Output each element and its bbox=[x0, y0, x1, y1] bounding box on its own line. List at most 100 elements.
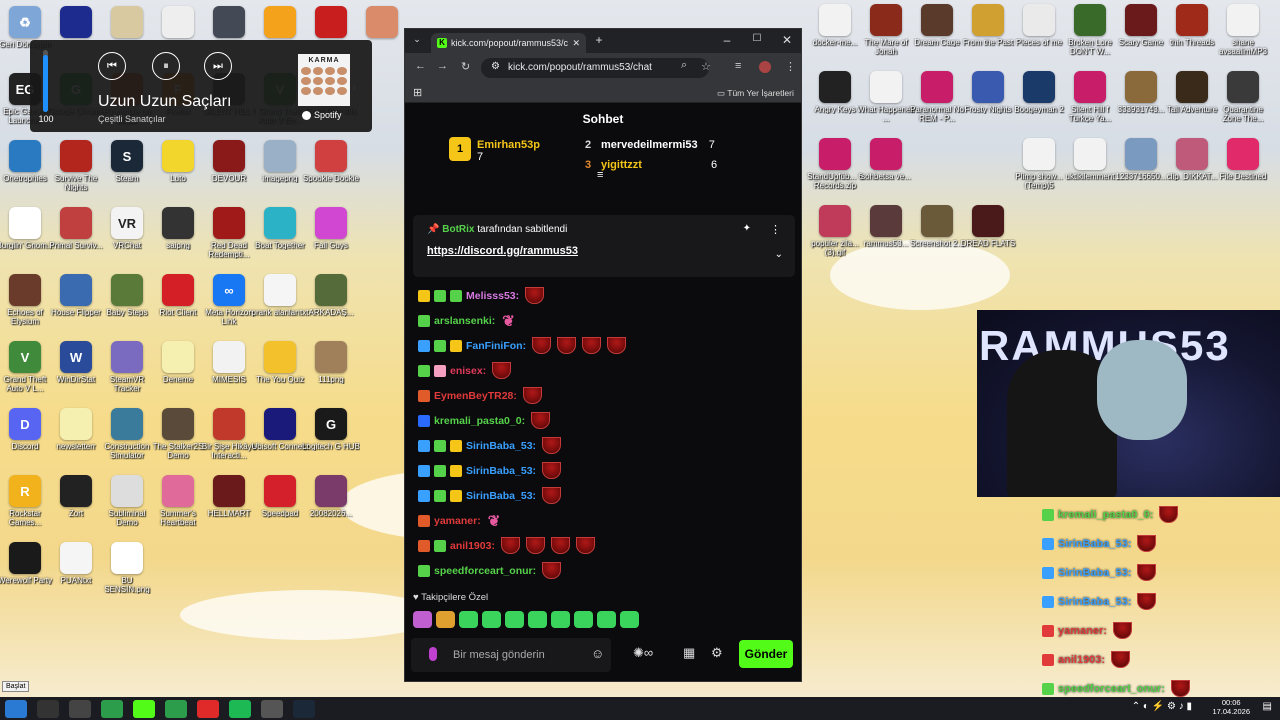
desktop-icon[interactable]: Primal Surviv... bbox=[47, 207, 105, 250]
system-clock[interactable]: 00:06 17.04.2026 bbox=[1212, 698, 1250, 716]
desktop-icon[interactable]: StandUpfüb... 6 Records.zip bbox=[806, 138, 864, 190]
kick-emote-icon[interactable] bbox=[429, 647, 437, 661]
chat-username[interactable]: enisex: bbox=[450, 365, 486, 377]
gifter-rank-1[interactable]: 1 Emirhan53p 7 bbox=[449, 137, 540, 163]
gift-icon[interactable]: ▦ bbox=[683, 645, 695, 661]
desktop-icon[interactable]: saipng bbox=[149, 207, 207, 250]
desktop-icon[interactable]: D Discord bbox=[0, 408, 54, 451]
emote[interactable] bbox=[574, 611, 593, 628]
desktop-icon[interactable]: Subliminal Demo bbox=[98, 475, 156, 527]
desktop-icon[interactable]: Summer's Heartbeat bbox=[149, 475, 207, 527]
desktop-icon[interactable]: G Logitech G HUB bbox=[302, 408, 360, 451]
desktop-icon[interactable]: Riot Client bbox=[149, 274, 207, 317]
previous-track-button[interactable]: ⏮ bbox=[98, 52, 126, 80]
desktop-icon[interactable]: MIMESIS bbox=[200, 341, 258, 384]
desktop-icon[interactable]: prank alanlarıtxt bbox=[251, 274, 309, 317]
desktop-icon[interactable]: Onetrophies bbox=[0, 140, 54, 183]
desktop-icon[interactable]: DREAD FLATS bbox=[959, 205, 1017, 248]
forward-icon[interactable]: → bbox=[437, 60, 448, 72]
tab-search-icon[interactable]: ⌄ bbox=[405, 34, 429, 45]
desktop-icon[interactable]: HELLMART bbox=[200, 475, 258, 518]
desktop-icon[interactable]: shane avsaalimMP3 bbox=[1214, 4, 1272, 56]
task-view-icon[interactable] bbox=[69, 699, 91, 718]
desktop-icon[interactable]: sohbetsa ve... bbox=[857, 138, 915, 181]
zoom-icon[interactable]: ⌕ bbox=[681, 59, 687, 72]
chat-username[interactable]: yamaner: bbox=[434, 515, 481, 527]
youtube-icon[interactable] bbox=[197, 699, 219, 718]
desktop-icon[interactable]: uktikilemment bbox=[1061, 138, 1119, 181]
desktop-icon[interactable]: Scary Game bbox=[1112, 4, 1170, 47]
desktop-icon[interactable]: House Flipper bbox=[47, 274, 105, 317]
desktop-icon[interactable]: Dream Cage bbox=[908, 4, 966, 47]
emote[interactable] bbox=[597, 611, 616, 628]
desktop-icon[interactable]: Luto bbox=[149, 140, 207, 183]
desktop-icon[interactable] bbox=[302, 6, 360, 40]
desktop-icon[interactable]: newsletterr bbox=[47, 408, 105, 451]
spotify-badge[interactable]: Spotify bbox=[302, 110, 342, 120]
desktop-icon[interactable]: 1233716650... bbox=[1112, 138, 1170, 181]
desktop-icon[interactable]: Spookie Dookie bbox=[302, 140, 360, 183]
desktop-icon[interactable]: Werewolf Party bbox=[0, 542, 54, 585]
emote-picker-icon[interactable]: ✺∞ bbox=[633, 645, 653, 661]
reload-icon[interactable]: ↻ bbox=[461, 60, 470, 73]
obs-icon[interactable] bbox=[261, 699, 283, 718]
url-field[interactable]: ⚙ kick.com/popout/rammus53/chat bbox=[481, 58, 709, 78]
desktop-icon[interactable]: imagepng bbox=[251, 140, 309, 183]
desktop-icon[interactable]: Plimp show... (Temp)5 bbox=[1010, 138, 1068, 190]
kick-icon[interactable] bbox=[133, 699, 155, 718]
close-tab-icon[interactable]: ✕ bbox=[572, 38, 580, 49]
desktop-icon[interactable]: Pieces of me bbox=[1010, 4, 1068, 47]
desktop-icon[interactable]: Speedpad bbox=[251, 475, 309, 518]
desktop-icon[interactable]: Frosty Nights bbox=[959, 71, 1017, 114]
pinned-by-user[interactable]: BotRix bbox=[442, 224, 474, 235]
gifter-rank-3[interactable]: 3 yigittzzt 6 bbox=[585, 159, 717, 171]
desktop-icon[interactable]: Baby Steps bbox=[98, 274, 156, 317]
desktop-icon[interactable]: ARKADAŞ... bbox=[302, 274, 360, 317]
desktop-icon[interactable]: The You Quiz bbox=[251, 341, 309, 384]
desktop-icon[interactable]: S Steam bbox=[98, 140, 156, 183]
expand-chevron-icon[interactable]: ⌄ bbox=[775, 249, 783, 260]
steam-icon[interactable] bbox=[293, 699, 315, 718]
collapse-gifters-icon[interactable]: ≡ bbox=[597, 169, 603, 181]
send-button[interactable]: Gönder bbox=[739, 640, 793, 668]
minimize-icon[interactable]: – bbox=[715, 33, 739, 47]
emoji-icon[interactable]: ☺ bbox=[591, 646, 604, 661]
emote[interactable] bbox=[505, 611, 524, 628]
emote[interactable] bbox=[459, 611, 478, 628]
chrome-icon[interactable] bbox=[101, 699, 123, 718]
menu-icon[interactable]: ⋮ bbox=[785, 60, 796, 73]
chat-username[interactable]: Melisss53: bbox=[466, 290, 519, 302]
chat-username[interactable]: kremali_pasta0_0: bbox=[434, 415, 525, 427]
tray-icons[interactable]: ⌃ ◐ ⚡ ⚙ ♪ ▮ bbox=[1132, 701, 1192, 712]
desktop-icon[interactable]: Burglin' Gnom... bbox=[0, 207, 54, 250]
desktop-icon[interactable]: Quarantine Zone The... bbox=[1214, 71, 1272, 123]
unpin-icon[interactable]: ✦ bbox=[743, 223, 751, 234]
next-track-button[interactable]: ⏭ bbox=[204, 52, 232, 80]
desktop-icon[interactable]: popüler zila... (3).gif bbox=[806, 205, 864, 257]
gifter-rank-2[interactable]: 2 mervedeilmermi53 7 bbox=[585, 139, 715, 151]
desktop-icon[interactable]: Zort bbox=[47, 475, 105, 518]
desktop-icon[interactable] bbox=[251, 6, 309, 40]
pinned-link[interactable]: https://discord.gg/rammus53 bbox=[427, 245, 578, 257]
desktop-icon[interactable]: thin Threads bbox=[1163, 4, 1221, 47]
desktop-icon[interactable]: Fall Guys bbox=[302, 207, 360, 250]
desktop-icon[interactable]: File Destined bbox=[1214, 138, 1272, 181]
all-bookmarks-button[interactable]: ▭ Tüm Yer İşaretleri bbox=[717, 88, 794, 99]
chat-username[interactable]: speedforceart_onur: bbox=[434, 565, 536, 577]
apps-grid-icon[interactable]: ⊞ bbox=[413, 86, 422, 99]
chevron-right-icon[interactable]: › bbox=[352, 80, 356, 94]
desktop-icon[interactable]: Tall Adventure bbox=[1163, 71, 1221, 114]
search-icon[interactable] bbox=[37, 699, 59, 718]
new-tab-icon[interactable]: + bbox=[587, 33, 611, 47]
desktop-icon[interactable]: Silent Hill f Türkçe Ya... bbox=[1061, 71, 1119, 123]
desktop-icon[interactable]: clip_DIKKAT... bbox=[1163, 138, 1221, 181]
chat-username[interactable]: SirinBaba_53: bbox=[466, 440, 536, 452]
desktop-icon[interactable]: The Mare of Jonah bbox=[857, 4, 915, 56]
desktop-icon[interactable]: The Stalker2S Demo bbox=[149, 408, 207, 460]
chat-username[interactable]: FanFiniFon: bbox=[466, 340, 526, 352]
desktop-icon[interactable] bbox=[149, 6, 207, 40]
desktop-icon[interactable]: 333931743... bbox=[1112, 71, 1170, 114]
desktop-icon[interactable]: Broken Lore DON'T W... bbox=[1061, 4, 1119, 56]
desktop-icon[interactable] bbox=[353, 6, 411, 40]
desktop-icon[interactable]: 111png bbox=[302, 341, 360, 384]
